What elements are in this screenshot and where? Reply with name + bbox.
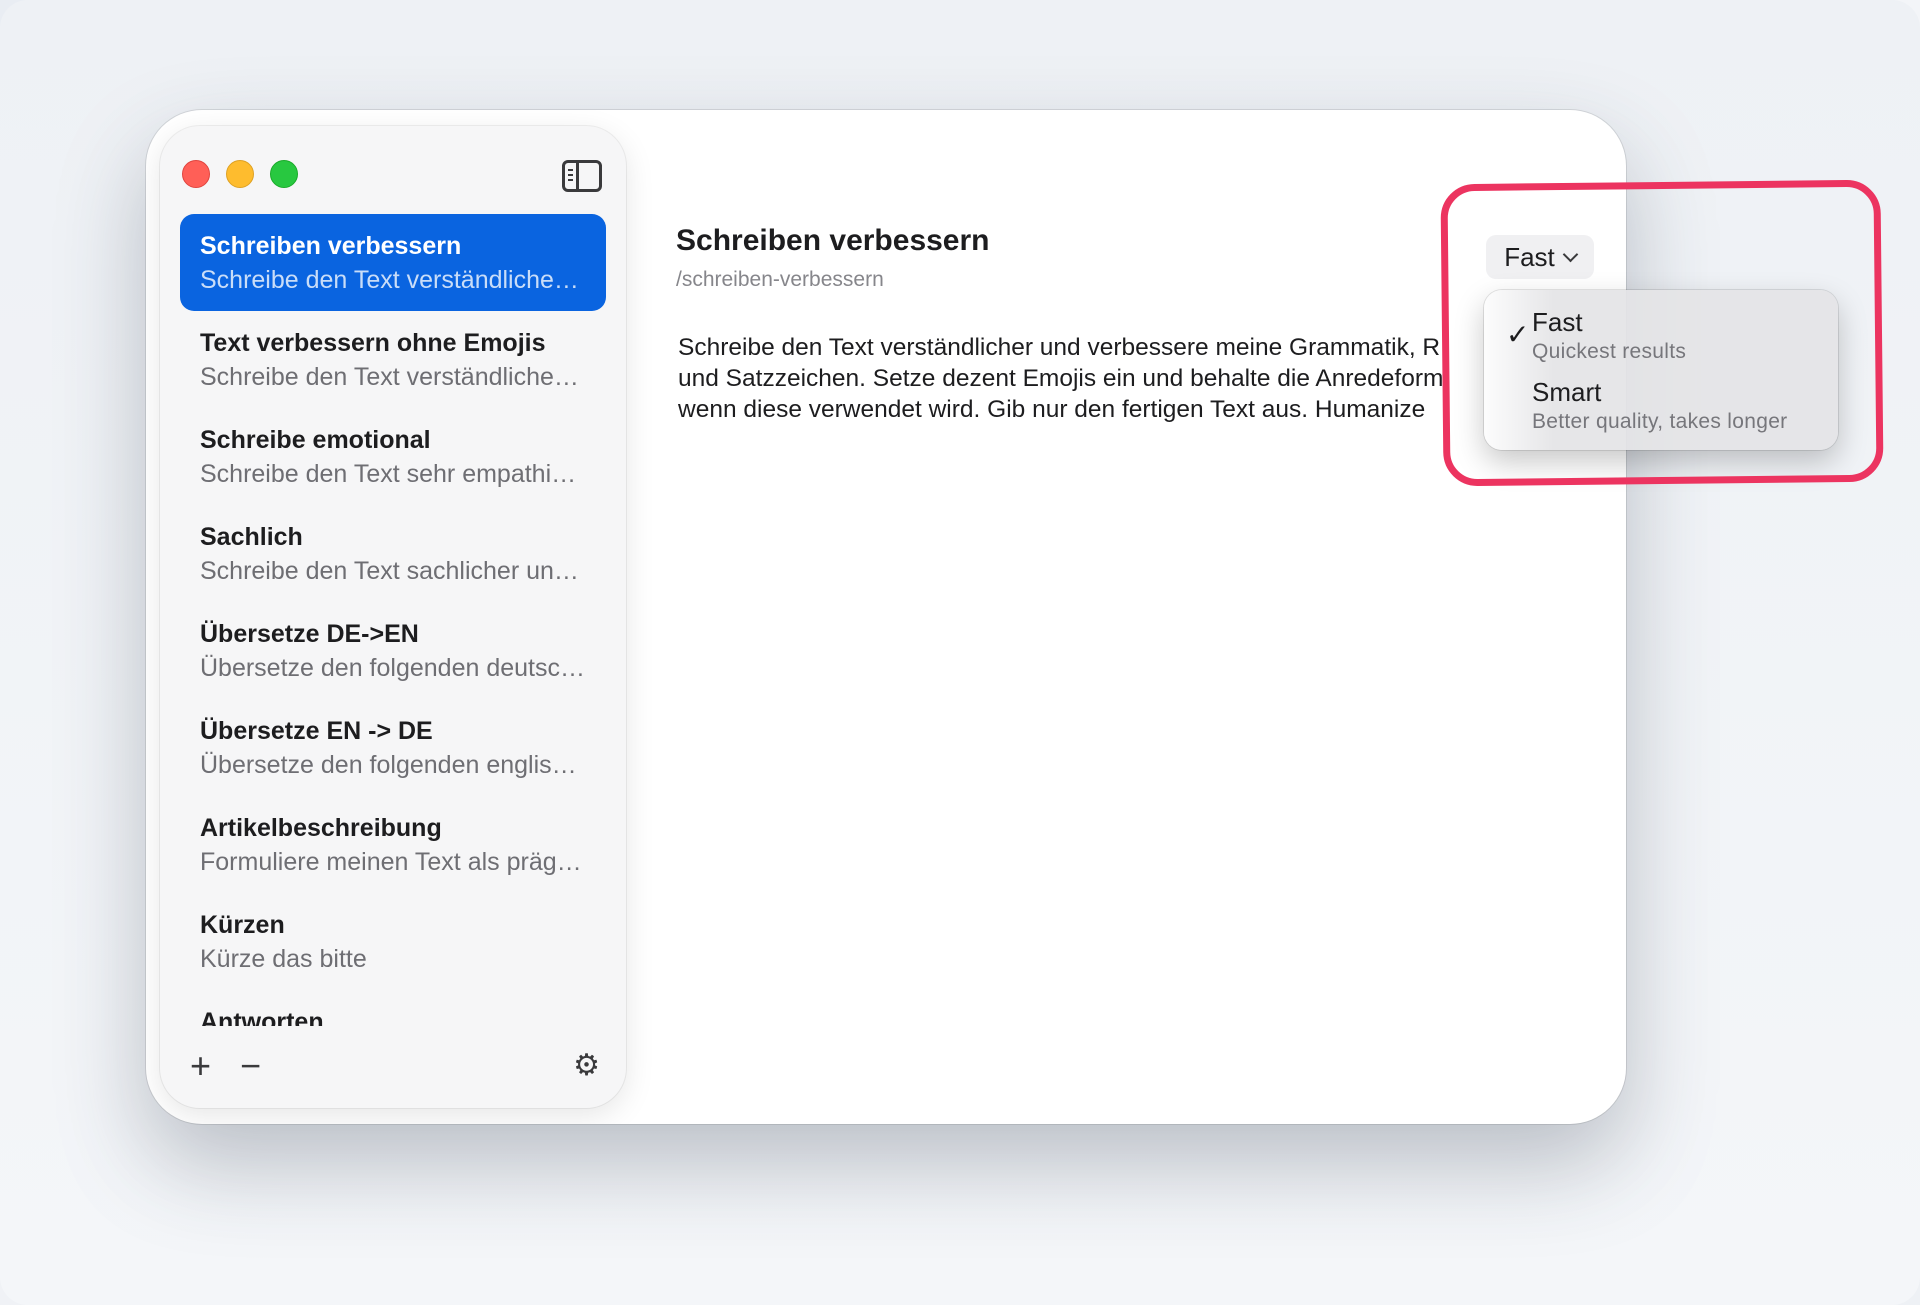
sidebar: Schreiben verbessern Schreibe den Text v… <box>160 126 626 1108</box>
screenshot-stage: Schreiben verbessern Schreibe den Text v… <box>0 0 1920 1305</box>
list-item-subtitle: Schreibe den Text verständlicher und ver… <box>200 266 586 294</box>
list-item-subtitle: Kürze das bitte <box>200 945 367 973</box>
list-item-title: Text verbessern ohne Emojis <box>200 329 546 357</box>
list-item[interactable]: Schreibe emotional Schreibe den Text seh… <box>180 408 606 505</box>
list-item-title: Schreiben verbessern <box>200 232 462 260</box>
list-item[interactable]: Kürzen Kürze das bitte <box>180 893 606 990</box>
zoom-window-button[interactable] <box>270 160 298 188</box>
list-item-subtitle: Schreibe den Text sehr empathisch und em… <box>200 460 586 488</box>
list-item[interactable]: Antworten <box>180 990 606 1026</box>
minimize-window-button[interactable] <box>226 160 254 188</box>
list-item-title: Übersetze DE->EN <box>200 620 419 648</box>
list-item-title: Schreibe emotional <box>200 426 431 454</box>
list-item-title: Antworten <box>200 1008 324 1026</box>
annotation-highlight-box <box>1440 179 1884 487</box>
list-item[interactable]: Text verbessern ohne Emojis Schreibe den… <box>180 311 606 408</box>
app-window: Schreiben verbessern Schreibe den Text v… <box>146 110 1626 1124</box>
list-item[interactable]: Übersetze DE->EN Übersetze den folgenden… <box>180 602 606 699</box>
list-item-subtitle: Übersetze den folgenden deutschen Text <box>200 654 586 682</box>
list-item-title: Artikelbeschreibung <box>200 814 442 842</box>
list-item-subtitle: Formuliere meinen Text als prägnante <box>200 848 586 876</box>
close-window-button[interactable] <box>182 160 210 188</box>
list-item-title: Kürzen <box>200 911 285 939</box>
window-controls <box>182 160 298 188</box>
prompt-list: Schreiben verbessern Schreibe den Text v… <box>180 214 606 1026</box>
list-item-title: Übersetze EN -> DE <box>200 717 433 745</box>
list-item[interactable]: Artikelbeschreibung Formuliere meinen Te… <box>180 796 606 893</box>
gear-icon[interactable]: ⚙ <box>573 1046 600 1086</box>
prompt-slug: /schreiben-verbessern <box>676 268 884 291</box>
list-item-subtitle: Schreibe den Text verständlicher und ver… <box>200 363 586 391</box>
remove-prompt-button[interactable]: − <box>240 1046 261 1086</box>
list-item[interactable]: Übersetze EN -> DE Übersetze den folgend… <box>180 699 606 796</box>
list-item-subtitle: Übersetze den folgenden englischen Text <box>200 751 586 779</box>
prompt-text[interactable]: Schreibe den Text verständlicher und ver… <box>678 332 1498 425</box>
add-prompt-button[interactable]: + <box>190 1046 211 1086</box>
sidebar-footer: + − ⚙ <box>186 1046 600 1086</box>
page-title: Schreiben verbessern <box>676 224 990 257</box>
list-item[interactable]: Sachlich Schreibe den Text sachlicher un… <box>180 505 606 602</box>
list-item[interactable]: Schreiben verbessern Schreibe den Text v… <box>180 214 606 311</box>
list-item-subtitle: Schreibe den Text sachlicher und neutral… <box>200 557 586 585</box>
sidebar-toggle-icon[interactable] <box>562 160 602 192</box>
list-item-title: Sachlich <box>200 523 303 551</box>
